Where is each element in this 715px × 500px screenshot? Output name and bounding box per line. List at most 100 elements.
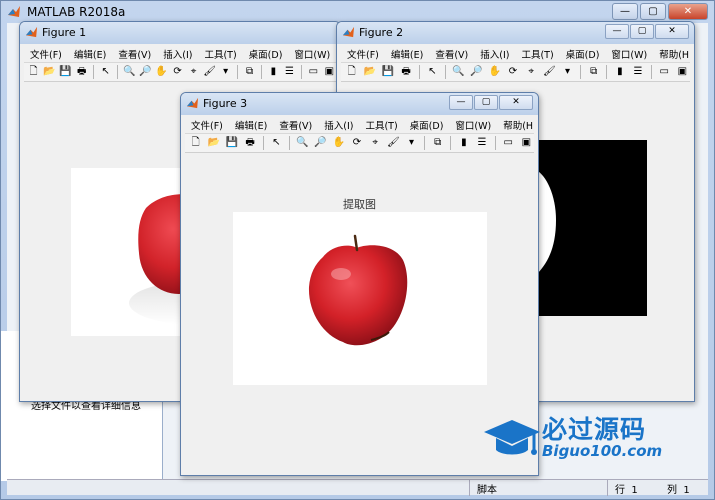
status-col: 列 1 xyxy=(667,481,690,496)
main-minimize-button[interactable]: — xyxy=(612,3,638,20)
zoom-out-icon[interactable]: 🔎 xyxy=(313,135,328,151)
menu-item[interactable]: 桌面(D) xyxy=(404,115,450,133)
figure-3-title: Figure 3 xyxy=(203,97,248,110)
menu-item[interactable]: 查看(V) xyxy=(429,44,474,62)
dropdown-arrow-icon[interactable]: ▾ xyxy=(404,135,419,151)
open-file-icon[interactable]: 📂 xyxy=(206,135,221,151)
save-icon[interactable]: 💾 xyxy=(380,64,395,80)
colorbar-icon[interactable]: ▮ xyxy=(612,64,627,80)
menu-item[interactable]: 文件(F) xyxy=(24,44,68,62)
menu-item[interactable]: 插入(I) xyxy=(474,44,515,62)
status-row-value: 1 xyxy=(631,485,638,496)
brush-icon[interactable]: 🖌 xyxy=(542,64,557,80)
main-close-button[interactable]: ✕ xyxy=(668,3,708,20)
rotate-3d-icon[interactable]: ⟳ xyxy=(171,64,184,80)
main-maximize-button[interactable]: ▢ xyxy=(640,3,666,20)
show-plot-tools-icon[interactable]: ▣ xyxy=(323,64,336,80)
rotate-3d-icon[interactable]: ⟳ xyxy=(349,135,364,151)
menu-item[interactable]: 查看(V) xyxy=(273,115,318,133)
menu-item[interactable]: 工具(T) xyxy=(515,44,559,62)
main-window-controls: — ▢ ✕ xyxy=(612,3,708,20)
menu-item[interactable]: 编辑(E) xyxy=(68,44,112,62)
legend-icon[interactable]: ☰ xyxy=(283,64,296,80)
hide-plot-tools-icon[interactable]: ▭ xyxy=(307,64,320,80)
menu-item[interactable]: 桌面(D) xyxy=(560,44,606,62)
figure-3-minimize-button[interactable]: — xyxy=(449,95,473,110)
menu-item[interactable]: 查看(V) xyxy=(112,44,157,62)
pointer-icon[interactable]: ↖ xyxy=(99,64,112,80)
zoom-in-icon[interactable]: 🔍 xyxy=(451,64,466,80)
pointer-icon[interactable]: ↖ xyxy=(425,64,440,80)
figure-3-axes[interactable] xyxy=(233,212,487,385)
data-cursor-icon[interactable]: ⌖ xyxy=(187,64,200,80)
toolbar-separator xyxy=(262,136,264,150)
colorbar-icon[interactable]: ▮ xyxy=(267,64,280,80)
menu-item[interactable]: 窗口(W) xyxy=(449,115,497,133)
status-file-type: 脚本 xyxy=(477,485,497,496)
pointer-icon[interactable]: ↖ xyxy=(269,135,284,151)
link-plot-icon[interactable]: ⧉ xyxy=(430,135,445,151)
menu-item[interactable]: 窗口(W) xyxy=(605,44,653,62)
zoom-out-icon[interactable]: 🔎 xyxy=(139,64,152,80)
brush-icon[interactable]: 🖌 xyxy=(203,64,216,80)
print-icon[interactable]: 🖶 xyxy=(75,64,88,80)
new-figure-icon[interactable]: 🗋 xyxy=(188,135,203,151)
open-file-icon[interactable]: 📂 xyxy=(43,64,56,80)
data-cursor-icon[interactable]: ⌖ xyxy=(368,135,383,151)
status-row-label: 行 xyxy=(615,485,625,496)
menu-item[interactable]: 工具(T) xyxy=(359,115,403,133)
menu-item[interactable]: 插入(I) xyxy=(318,115,359,133)
menu-item[interactable]: 文件(F) xyxy=(341,44,385,62)
open-file-icon[interactable]: 📂 xyxy=(362,64,377,80)
menu-item[interactable]: 帮助(H) xyxy=(497,115,534,133)
zoom-out-icon[interactable]: 🔎 xyxy=(469,64,484,80)
status-bar: 脚本 行 1 列 1 xyxy=(7,479,708,496)
figure-2-minimize-button[interactable]: — xyxy=(605,24,629,39)
pan-icon[interactable]: ✋ xyxy=(487,64,502,80)
menu-item[interactable]: 窗口(W) xyxy=(288,44,336,62)
figure-1-title-bar[interactable]: Figure 1 xyxy=(20,22,340,44)
new-figure-icon[interactable]: 🗋 xyxy=(27,64,40,80)
zoom-in-icon[interactable]: 🔍 xyxy=(295,135,310,151)
rotate-3d-icon[interactable]: ⟳ xyxy=(505,64,520,80)
toolbar-separator xyxy=(117,65,118,79)
toolbar-separator xyxy=(580,65,582,79)
show-plot-tools-icon[interactable]: ▣ xyxy=(519,135,534,151)
figure-2-axes[interactable] xyxy=(536,140,647,316)
menu-item[interactable]: 工具(T) xyxy=(198,44,242,62)
figure-2-maximize-button[interactable]: ▢ xyxy=(630,24,654,39)
matlab-logo-icon xyxy=(186,97,199,109)
menu-item[interactable]: 文件(F) xyxy=(185,115,229,133)
figure-2-close-button[interactable]: ✕ xyxy=(655,24,689,39)
menu-item[interactable]: 编辑(E) xyxy=(385,44,429,62)
link-plot-icon[interactable]: ⧉ xyxy=(586,64,601,80)
status-separator xyxy=(607,480,608,496)
pan-icon[interactable]: ✋ xyxy=(331,135,346,151)
new-figure-icon[interactable]: 🗋 xyxy=(344,64,359,80)
legend-icon[interactable]: ☰ xyxy=(630,64,645,80)
colorbar-icon[interactable]: ▮ xyxy=(456,135,471,151)
menu-item[interactable]: 桌面(D) xyxy=(243,44,289,62)
save-icon[interactable]: 💾 xyxy=(224,135,239,151)
link-plot-icon[interactable]: ⧉ xyxy=(243,64,256,80)
print-icon[interactable]: 🖶 xyxy=(399,64,414,80)
menu-item[interactable]: 编辑(E) xyxy=(229,115,273,133)
brush-icon[interactable]: 🖌 xyxy=(386,135,401,151)
save-icon[interactable]: 💾 xyxy=(59,64,72,80)
hide-plot-tools-icon[interactable]: ▭ xyxy=(657,64,672,80)
menu-item[interactable]: 帮助(H) xyxy=(653,44,690,62)
legend-icon[interactable]: ☰ xyxy=(474,135,489,151)
pan-icon[interactable]: ✋ xyxy=(155,64,168,80)
menu-item[interactable]: 插入(I) xyxy=(157,44,198,62)
figure-3-maximize-button[interactable]: ▢ xyxy=(474,95,498,110)
main-title-bar[interactable]: MATLAB R2018a xyxy=(1,1,714,23)
data-cursor-icon[interactable]: ⌖ xyxy=(524,64,539,80)
figure-3-close-button[interactable]: ✕ xyxy=(499,95,533,110)
print-icon[interactable]: 🖶 xyxy=(243,135,258,151)
show-plot-tools-icon[interactable]: ▣ xyxy=(675,64,690,80)
hide-plot-tools-icon[interactable]: ▭ xyxy=(501,135,516,151)
dropdown-arrow-icon[interactable]: ▾ xyxy=(560,64,575,80)
zoom-in-icon[interactable]: 🔍 xyxy=(123,64,136,80)
dropdown-arrow-icon[interactable]: ▾ xyxy=(219,64,232,80)
watermark-brand: 必过源码 xyxy=(542,415,647,444)
